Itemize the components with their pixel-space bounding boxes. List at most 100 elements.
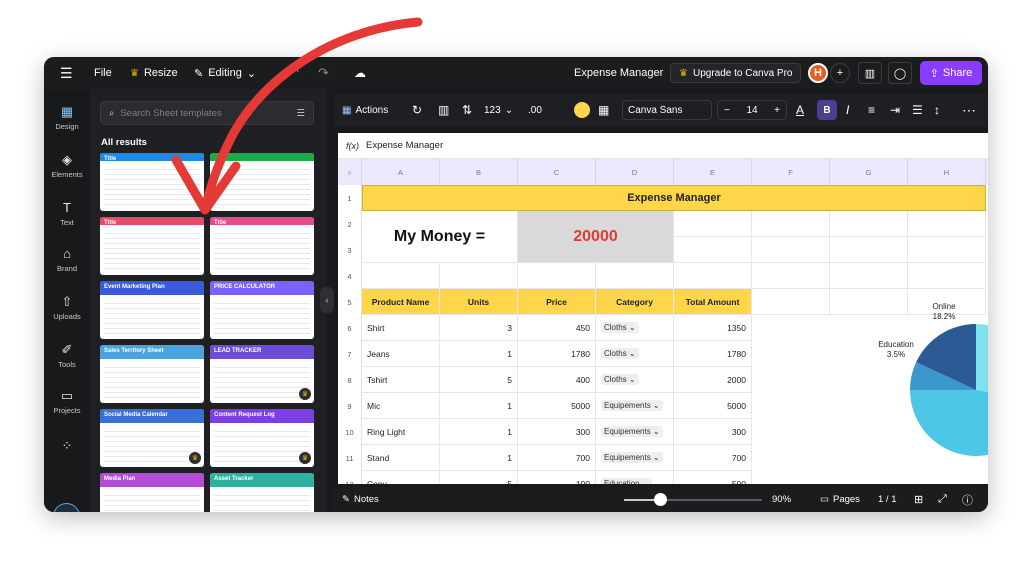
table-cell[interactable]: 400 <box>518 367 596 393</box>
column-header[interactable]: A <box>362 159 440 185</box>
line-spacing-icon[interactable]: ↕ <box>934 93 940 127</box>
empty-cell[interactable] <box>362 263 440 289</box>
table-cell[interactable]: Mic <box>362 393 440 419</box>
table-cell[interactable]: 100 <box>518 471 596 484</box>
notes-button[interactable]: ✎ Notes <box>342 487 379 512</box>
table-cell[interactable]: 700 <box>674 445 752 471</box>
actions-button[interactable]: ▦ Actions <box>342 93 388 127</box>
avatar[interactable]: H <box>808 63 828 83</box>
pie-slice[interactable] <box>976 324 988 401</box>
zoom-level[interactable]: 90% <box>772 487 791 512</box>
apps-icon[interactable]: ⁘ <box>44 439 90 453</box>
table-cell[interactable]: Stand <box>362 445 440 471</box>
row-header[interactable]: 9 <box>338 393 362 419</box>
empty-cell[interactable] <box>596 263 674 289</box>
table-cell[interactable]: 1 <box>440 419 518 445</box>
bold-button[interactable]: B <box>817 100 837 120</box>
column-header[interactable]: G <box>830 159 908 185</box>
category-cell[interactable]: Cloths ⌄ <box>596 315 674 341</box>
rail-item-brand[interactable]: ⌂ Brand <box>44 247 90 274</box>
share-button[interactable]: ⇪ Share <box>920 61 982 85</box>
table-cell[interactable]: 1 <box>440 445 518 471</box>
row-header[interactable]: 5 <box>338 289 362 315</box>
row-header[interactable]: 1 <box>338 185 362 211</box>
table-cell[interactable]: 1780 <box>518 341 596 367</box>
pages-button[interactable]: ▭ Pages <box>820 487 860 512</box>
document-title[interactable]: Expense Manager <box>574 57 663 89</box>
editing-button[interactable]: ✎ Editing ⌄ <box>194 57 256 89</box>
empty-cell[interactable] <box>752 237 830 263</box>
table-cell[interactable]: 5000 <box>674 393 752 419</box>
empty-cell[interactable] <box>908 211 986 237</box>
empty-cell[interactable] <box>830 211 908 237</box>
category-chip[interactable]: Cloths ⌄ <box>601 322 639 333</box>
table-header-cell[interactable]: Total Amount <box>674 289 752 315</box>
rail-item-tools[interactable]: ✐ Tools <box>44 343 90 370</box>
empty-cell[interactable] <box>674 237 752 263</box>
table-cell[interactable]: Tshirt <box>362 367 440 393</box>
row-header[interactable]: 11 <box>338 445 362 471</box>
number-format-button[interactable]: 123 ⌄ <box>484 93 513 127</box>
column-header[interactable]: E <box>674 159 752 185</box>
row-header[interactable]: 2 <box>338 211 362 237</box>
font-selector[interactable]: Canva Sans <box>622 100 712 120</box>
column-header[interactable]: B <box>440 159 518 185</box>
category-chip[interactable]: Equipements ⌄ <box>601 426 663 437</box>
template-card[interactable]: Sales Territory Sheet <box>100 345 204 403</box>
redo-icon[interactable]: ↷ <box>318 57 329 89</box>
collapse-panel-button[interactable]: ‹ <box>320 287 334 313</box>
empty-cell[interactable] <box>908 263 986 289</box>
table-cell[interactable]: 300 <box>518 419 596 445</box>
template-card[interactable] <box>210 153 314 211</box>
empty-cell[interactable] <box>440 263 518 289</box>
template-card[interactable]: Title <box>100 153 204 211</box>
zoom-slider-handle[interactable] <box>654 493 667 506</box>
empty-cell[interactable] <box>830 237 908 263</box>
table-header-cell[interactable]: Price <box>518 289 596 315</box>
rail-item-text[interactable]: T Text <box>44 201 90 228</box>
more-options-icon[interactable]: ⋯ <box>962 93 976 127</box>
template-card[interactable]: PRICE CALCULATOR <box>210 281 314 339</box>
table-cell[interactable]: Jeans <box>362 341 440 367</box>
select-all-corner[interactable]: ○ <box>338 159 362 185</box>
empty-cell[interactable] <box>674 263 752 289</box>
column-header[interactable]: H <box>908 159 986 185</box>
text-wrap-icon[interactable]: ⇥ <box>890 93 900 127</box>
empty-cell[interactable] <box>908 237 986 263</box>
column-header[interactable]: F <box>752 159 830 185</box>
empty-cell[interactable] <box>674 211 752 237</box>
row-header[interactable]: 4 <box>338 263 362 289</box>
table-cell[interactable]: Shirt <box>362 315 440 341</box>
add-people-icon[interactable]: + <box>830 63 850 83</box>
rail-item-design[interactable]: ▦ Design <box>44 105 90 132</box>
table-cell[interactable]: 1780 <box>674 341 752 367</box>
comment-icon[interactable]: ◯ <box>888 62 912 84</box>
cloud-save-icon[interactable]: ☁ <box>354 57 366 89</box>
category-chip[interactable]: Equipements ⌄ <box>601 400 663 411</box>
table-cell[interactable]: 1 <box>440 341 518 367</box>
row-header[interactable]: 6 <box>338 315 362 341</box>
fullscreen-icon[interactable]: ⤢ <box>938 487 947 512</box>
zoom-slider[interactable] <box>624 499 762 501</box>
category-cell[interactable]: Equipements ⌄ <box>596 393 674 419</box>
table-cell[interactable]: 1350 <box>674 315 752 341</box>
empty-cell[interactable] <box>830 263 908 289</box>
category-chip[interactable]: Cloths ⌄ <box>601 374 639 385</box>
rail-item-projects[interactable]: ▭ Projects <box>44 389 90 416</box>
template-card[interactable]: Social Media Calendar ♛ <box>100 409 204 467</box>
empty-cell[interactable] <box>752 289 830 315</box>
template-card[interactable]: LEAD TRACKER ♛ <box>210 345 314 403</box>
table-cell[interactable]: 5000 <box>518 393 596 419</box>
fill-color-swatch[interactable] <box>574 102 590 118</box>
resize-button[interactable]: ♛ Resize <box>130 57 178 89</box>
text-color-icon[interactable]: A <box>796 93 804 127</box>
undo-icon[interactable]: ↶ <box>288 57 299 89</box>
column-header[interactable]: C <box>518 159 596 185</box>
empty-cell[interactable] <box>752 211 830 237</box>
list-icon[interactable]: ☰ <box>912 93 923 127</box>
align-icon[interactable]: ≡ <box>868 93 875 127</box>
borders-icon[interactable]: ▦ <box>598 93 609 127</box>
menu-icon[interactable]: ☰ <box>60 57 73 89</box>
minus-icon[interactable]: − <box>724 105 730 116</box>
table-cell[interactable]: Ring Light <box>362 419 440 445</box>
